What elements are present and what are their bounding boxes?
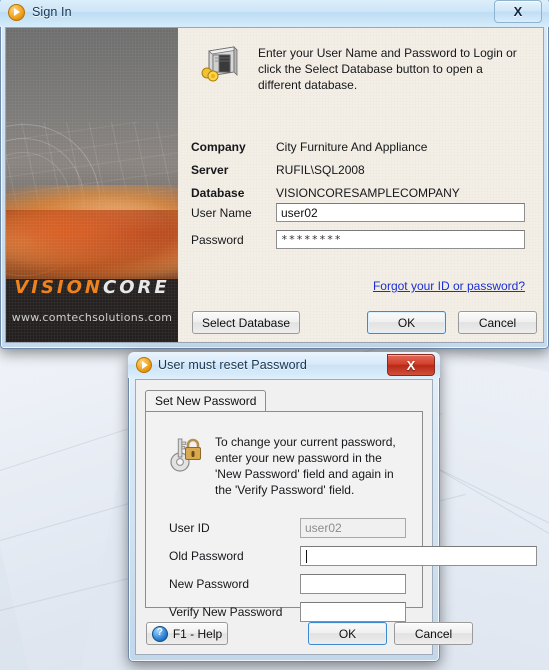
close-button[interactable]: X: [387, 354, 435, 376]
text-caret: [306, 550, 307, 563]
visioncore-logo: VISIONCORE: [6, 277, 178, 298]
user-id-label: User ID: [169, 521, 210, 535]
new-password-label: New Password: [169, 577, 250, 591]
password-input[interactable]: [276, 230, 525, 249]
app-play-icon: [136, 357, 152, 373]
user-name-label: User Name: [191, 206, 252, 220]
reset-cancel-button[interactable]: Cancel: [394, 622, 473, 645]
set-new-password-panel: To change your current password, enter y…: [145, 411, 537, 622]
sign-in-titlebar[interactable]: Sign In X: [0, 0, 549, 27]
reset-password-title: User must reset Password: [158, 358, 307, 372]
new-password-input[interactable]: [300, 574, 406, 594]
f1-help-button[interactable]: F1 - Help: [146, 622, 228, 645]
user-name-input[interactable]: [276, 203, 525, 222]
forgot-password-link[interactable]: Forgot your ID or password?: [373, 279, 525, 293]
info-value: City Furniture And Appliance: [276, 140, 428, 154]
sign-in-ok-button[interactable]: OK: [367, 311, 446, 334]
old-password-label: Old Password: [169, 549, 244, 563]
info-value: VISIONCORESAMPLECOMPANY: [276, 186, 460, 200]
safe-vault-icon: [201, 46, 238, 82]
app-play-icon: [8, 3, 25, 21]
verify-new-password-input[interactable]: [300, 602, 406, 622]
reset-password-intro-text: To change your current password, enter y…: [215, 435, 396, 497]
reset-password-window: User must reset Password X Set New Passw…: [128, 352, 537, 662]
key-lock-icon: [170, 438, 201, 472]
tab-set-new-password[interactable]: Set New Password: [145, 390, 267, 412]
sign-in-cancel-button[interactable]: Cancel: [458, 311, 537, 334]
close-button[interactable]: X: [494, 0, 542, 23]
close-icon: X: [406, 357, 416, 373]
new-password-row: New Password: [169, 574, 406, 594]
user-name-row: User Name: [191, 203, 529, 223]
password-row: Password: [191, 230, 529, 250]
help-icon: [151, 625, 168, 642]
close-icon: X: [513, 4, 523, 19]
logo-vision-text: VISION: [14, 277, 103, 298]
user-id-row: User ID: [169, 518, 406, 538]
user-id-input: [300, 518, 406, 538]
sign-in-intro-text: Enter your User Name and Password to Log…: [258, 46, 517, 92]
old-password-input[interactable]: [300, 546, 537, 566]
verify-new-password-label: Verify New Password: [169, 605, 283, 619]
branding-url: www.comtechsolutions.com: [11, 311, 173, 324]
logo-core-text: CORE: [102, 277, 170, 298]
info-label: Company: [191, 140, 246, 154]
info-label: Server: [191, 163, 229, 177]
old-password-row: Old Password: [169, 546, 537, 566]
sign-in-body: VISIONCORE www.comtechsolutions.com Ente…: [5, 27, 544, 343]
reset-password-titlebar[interactable]: User must reset Password X: [128, 352, 440, 378]
info-value: RUFIL\SQL2008: [276, 163, 365, 177]
sign-in-title: Sign In: [32, 5, 72, 19]
sign-in-content: Enter your User Name and Password to Log…: [178, 28, 543, 342]
tabstrip: Set New Password: [145, 390, 423, 412]
reset-ok-button[interactable]: OK: [308, 622, 387, 645]
password-label: Password: [191, 233, 244, 247]
sign-in-window: Sign In X VISIONCORE www.comtechsolution…: [0, 0, 549, 349]
select-database-button[interactable]: Select Database: [192, 311, 300, 334]
f1-help-label: F1 - Help: [172, 626, 223, 641]
info-label: Database: [191, 186, 245, 200]
reset-password-body: Set New Password To change your current …: [135, 379, 537, 655]
verify-new-password-row: Verify New Password: [169, 602, 406, 622]
branding-panel: VISIONCORE www.comtechsolutions.com: [6, 28, 178, 342]
